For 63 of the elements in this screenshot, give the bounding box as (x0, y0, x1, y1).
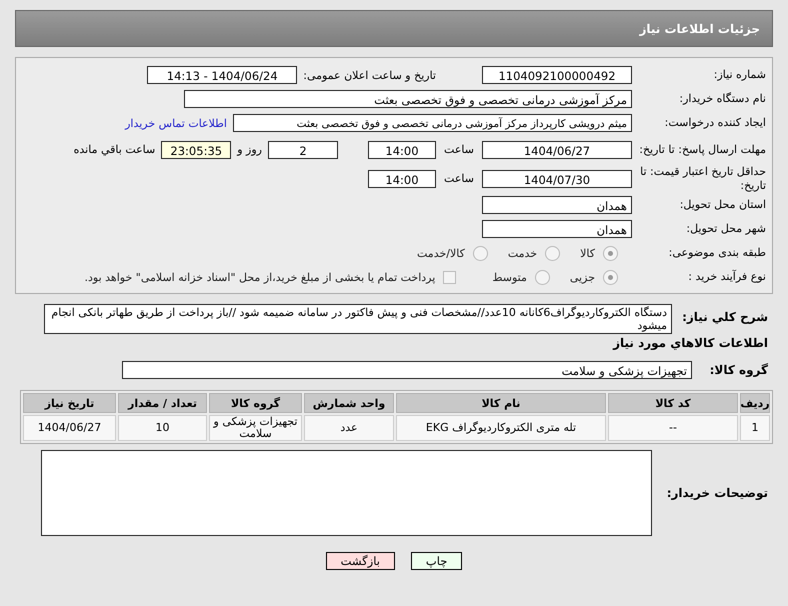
field-label: ایجاد کننده درخواست: (664, 116, 766, 130)
field-label: تاریخ و ساعت اعلان عمومی: (303, 68, 436, 82)
days-field: 2 (268, 140, 338, 158)
time-field: 14:00 (368, 170, 436, 188)
column-header: کد کالا (608, 393, 738, 413)
checkbox[interactable] (443, 270, 456, 284)
field-label: ساعت باقي مانده (74, 143, 156, 156)
radio-label: کالا (580, 246, 595, 260)
column-header: تاریخ نیاز (23, 393, 116, 413)
radio-button[interactable] (603, 270, 618, 284)
field-label: روز و (237, 143, 262, 156)
buyer-notes-field[interactable] (41, 450, 652, 536)
column-header: واحد شمارش (304, 393, 394, 413)
radio-button[interactable] (472, 246, 488, 260)
field-label: توضیحات خریدار: (666, 486, 768, 501)
back-button[interactable]: بازگشت (326, 552, 395, 570)
column-header: تعداد / مقدار (118, 393, 207, 413)
header-title: جزئیات اطلاعات نیاز (639, 22, 760, 36)
field-label: ساعت (443, 172, 475, 185)
radio-label: کالا/خدمت (417, 246, 465, 260)
radio-label: متوسط (492, 270, 527, 284)
radio-button[interactable] (545, 246, 560, 260)
table-cell: 10 (118, 415, 207, 442)
description-field: دستگاه الکتروکاردیوگراف6کانانه 10عدد//مشخصات فنی و پیش فاکتور در سامانه ضمیمه شود //باز پرداخت از طریق طهاتر بانکی انجام میشود (44, 304, 672, 334)
province-field: همدان (482, 196, 632, 214)
column-header: گروه کالا (209, 393, 302, 413)
field-label: حداقل تاریخ اعتبار قیمت: تا تاریخ: (639, 164, 766, 192)
field-label: نوع فرآیند خرید : (687, 270, 766, 284)
field-label: ساعت (443, 143, 475, 156)
radio-label: خدمت (508, 246, 538, 260)
field-label: شماره نیاز: (712, 68, 766, 82)
date-field: 1404/07/30 (482, 170, 632, 188)
radio-button[interactable] (603, 246, 618, 260)
radio-label: جزیی (570, 270, 595, 284)
need-number-field: 1104092100000492 (482, 66, 632, 84)
date-field: 1404/06/27 (482, 140, 632, 158)
column-header: ردیف (740, 393, 770, 413)
field-label: شهر محل تحویل: (685, 222, 766, 236)
table-cell: 1404/06/27 (23, 415, 116, 442)
field-label: نام دستگاه خریدار: (678, 92, 766, 106)
field-label: گروه کالا: (708, 362, 768, 378)
city-field: همدان (482, 220, 632, 238)
field-label: شرح کلي نياز: (681, 310, 768, 325)
buyer-contact-link[interactable]: اطلاعات تماس خریدار (125, 116, 227, 130)
goods-group-field: تجهیزات پزشکی و سلامت (122, 361, 692, 379)
checkbox-label: پرداخت تمام یا بخشی از مبلغ خرید،از محل "اسناد خزانه اسلامی" خواهد بود. (84, 270, 436, 284)
field-label: طبقه بندی موضوعی: (668, 246, 766, 260)
table-cell: عدد (304, 415, 394, 442)
requester-field: میثم درویشی کارپرداز مرکز آموزشی درمانی تخصصی و فوق تخصصی بعثت (233, 114, 632, 132)
table-cell: -- (608, 415, 738, 442)
section-title: اطلاعات کالاهاي مورد نياز (613, 336, 768, 350)
table-cell: 1 (740, 415, 770, 442)
time-field: 14:00 (368, 140, 436, 158)
remaining-time-field: 23:05:35 (161, 140, 232, 158)
radio-button[interactable] (534, 270, 550, 284)
print-button[interactable]: چاپ (410, 552, 462, 570)
field-label: استان محل تحویل: (678, 198, 766, 212)
column-header: نام کالا (396, 393, 606, 413)
field-label: مهلت ارسال پاسخ: تا تاریخ: (638, 142, 766, 156)
announce-date-field: 1404/06/24 - 14:13 (147, 66, 298, 84)
table-cell: تله متری الکتروکاردیوگراف EKG (396, 415, 606, 442)
table-cell: تجهیزات پزشکی و سلامت (209, 415, 302, 442)
buyer-org-field: مرکز آموزشی درمانی تخصصی و فوق تخصصی بعثت (184, 90, 632, 108)
